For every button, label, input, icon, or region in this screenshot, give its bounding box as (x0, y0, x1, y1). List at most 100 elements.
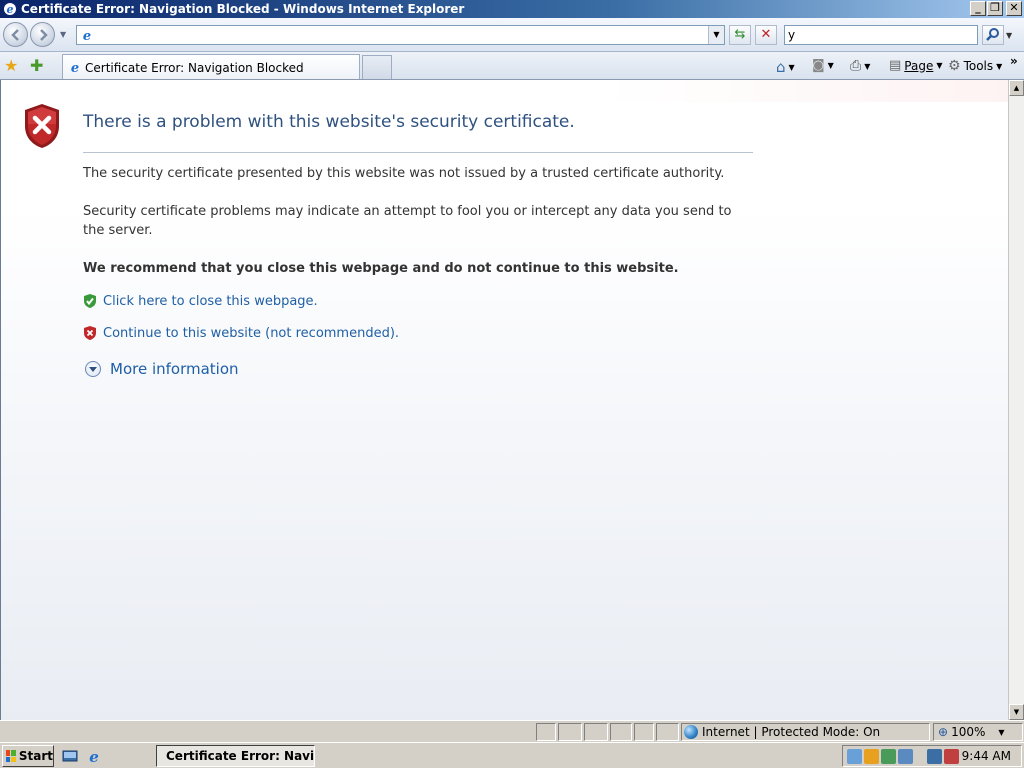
window-title: Certificate Error: Navigation Blocked - … (21, 2, 465, 16)
maximize-button[interactable]: ❐ (987, 1, 1003, 16)
page-content: There is a problem with this website's s… (0, 80, 1008, 720)
home-icon: ⌂ (776, 58, 786, 76)
search-box[interactable] (784, 25, 978, 45)
favorites-center-icon[interactable]: ★ (4, 56, 18, 75)
feeds-button[interactable]: ◙ ▼ (812, 58, 834, 73)
refresh-button[interactable]: ⇆ (729, 25, 751, 45)
tab-certificate-error[interactable]: e Certificate Error: Navigation Blocked (62, 54, 360, 79)
print-dropdown-icon: ▼ (864, 61, 871, 71)
more-information-link[interactable]: More information (110, 360, 239, 378)
refresh-icon: ⇆ (734, 27, 746, 42)
security-shield-icon[interactable] (864, 748, 879, 764)
rss-feed-icon: ◙ (812, 58, 825, 73)
ie-logo-icon: e (4, 3, 16, 16)
risk-warning-text: Security certificate problems may indica… (83, 204, 732, 238)
scroll-up-arrow-icon[interactable]: ▲ (1009, 80, 1024, 96)
forward-button[interactable] (30, 22, 55, 47)
svg-text:e: e (83, 29, 91, 42)
globe-icon (684, 725, 698, 739)
vertical-scrollbar[interactable]: ▲ ▼ (1008, 80, 1024, 720)
tray-app-icon[interactable] (847, 748, 862, 764)
add-favorite-icon[interactable]: ✚ (30, 56, 43, 75)
page-title: There is a problem with this website's s… (83, 112, 575, 132)
recent-pages-dropdown-icon[interactable]: ▼ (60, 30, 66, 39)
home-dropdown-icon: ▼ (788, 62, 795, 72)
page-icon: ▤ (889, 58, 902, 73)
zoom-value: 100% (951, 725, 986, 739)
zoom-dropdown-icon: ▼ (998, 727, 1005, 737)
stop-icon: ✕ (760, 27, 772, 42)
search-input[interactable] (785, 26, 975, 44)
tray-network-icon[interactable] (881, 748, 896, 764)
print-button[interactable]: ⎙ ▼ (850, 58, 870, 74)
page-menu-label: Page (904, 58, 934, 73)
ie-quick-launch-icon[interactable]: e (86, 748, 102, 764)
navigation-bar: ▼ e ▼ ⇆ ✕ ▼ (0, 18, 1024, 52)
taskbar-item-ie[interactable]: e Certificate Error: Navi... (156, 745, 315, 767)
status-cell (536, 723, 556, 741)
show-desktop-icon[interactable] (62, 748, 78, 764)
printer-icon: ⎙ (850, 58, 862, 74)
address-input[interactable] (96, 26, 708, 44)
back-arrow-icon (11, 29, 19, 41)
address-dropdown-icon[interactable]: ▼ (708, 26, 724, 44)
close-webpage-link[interactable]: Click here to close this webpage. (103, 294, 318, 309)
title-bar: e Certificate Error: Navigation Blocked … (0, 0, 1024, 18)
scroll-down-arrow-icon[interactable]: ▼ (1009, 704, 1024, 720)
gear-icon: ⚙ (948, 58, 961, 74)
recommendation-text: We recommend that you close this webpage… (83, 261, 679, 276)
tools-dropdown-icon: ▼ (996, 61, 1003, 71)
expand-chevron-icon (85, 361, 101, 377)
continue-website-row: Continue to this website (not recommende… (83, 325, 399, 341)
svg-text:e: e (89, 748, 99, 764)
status-cell (634, 723, 654, 741)
page-ie-icon: e (83, 29, 91, 42)
zone-label: Internet | Protected Mode: On (702, 725, 881, 739)
security-zone[interactable]: Internet | Protected Mode: On (681, 723, 930, 741)
close-window-button[interactable]: ✕ (1006, 1, 1022, 16)
search-button[interactable] (982, 25, 1004, 45)
tools-menu-label: Tools (963, 59, 994, 73)
status-bar: Internet | Protected Mode: On ⊕ 100% ▼ (0, 720, 1024, 742)
new-tab-button[interactable] (362, 55, 392, 79)
system-tray: 9:44 AM (842, 745, 1022, 767)
search-icon (986, 28, 999, 41)
shield-error-icon (25, 104, 59, 148)
zoom-magnifier-icon: ⊕ (938, 725, 949, 739)
windows-flag-icon (6, 750, 16, 762)
volume-muted-icon[interactable] (944, 748, 959, 764)
close-webpage-row: Click here to close this webpage. (83, 293, 318, 309)
address-bar[interactable]: e ▼ (76, 25, 725, 45)
page-menu-button[interactable]: ▤ Page ▼ (889, 58, 943, 73)
status-cell (584, 723, 608, 741)
red-shield-x-icon (84, 326, 96, 340)
stop-button[interactable]: ✕ (755, 25, 777, 45)
tab-ie-icon: e (71, 61, 79, 74)
window-controls: _ ❐ ✕ (970, 1, 1022, 16)
tools-menu-button[interactable]: ⚙ Tools ▼ (948, 58, 1002, 74)
more-information-toggle[interactable]: More information (85, 360, 239, 378)
status-cell (610, 723, 632, 741)
network-connection-icon[interactable] (927, 748, 942, 764)
divider (83, 152, 753, 153)
untrusted-ca-text: The security certificate presented by th… (83, 166, 725, 181)
svg-text:e: e (7, 3, 14, 16)
taskbar: Start e e Certificate Error: Navi... 9:4… (0, 742, 1024, 768)
start-label: Start (18, 749, 53, 763)
continue-website-link[interactable]: Continue to this website (not recommende… (103, 326, 399, 341)
command-bar: ★ ✚ e Certificate Error: Navigation Bloc… (0, 52, 1024, 80)
search-options-dropdown-icon[interactable]: ▼ (1006, 31, 1012, 40)
clock: 9:44 AM (961, 749, 1011, 763)
more-commands-chevron[interactable]: » (1010, 54, 1018, 68)
green-shield-check-icon (84, 294, 96, 308)
minimize-button[interactable]: _ (970, 1, 986, 16)
tray-monitor-icon[interactable] (898, 748, 913, 764)
back-button[interactable] (3, 22, 28, 47)
zoom-level[interactable]: ⊕ 100% ▼ (933, 723, 1023, 741)
task-label: Certificate Error: Navi... (166, 749, 315, 763)
forward-arrow-icon (40, 29, 48, 41)
home-button[interactable]: ⌂ ▼ (776, 58, 795, 76)
tab-label: Certificate Error: Navigation Blocked (85, 61, 304, 75)
feeds-dropdown-icon: ▼ (827, 61, 834, 70)
start-button[interactable]: Start (2, 745, 54, 767)
